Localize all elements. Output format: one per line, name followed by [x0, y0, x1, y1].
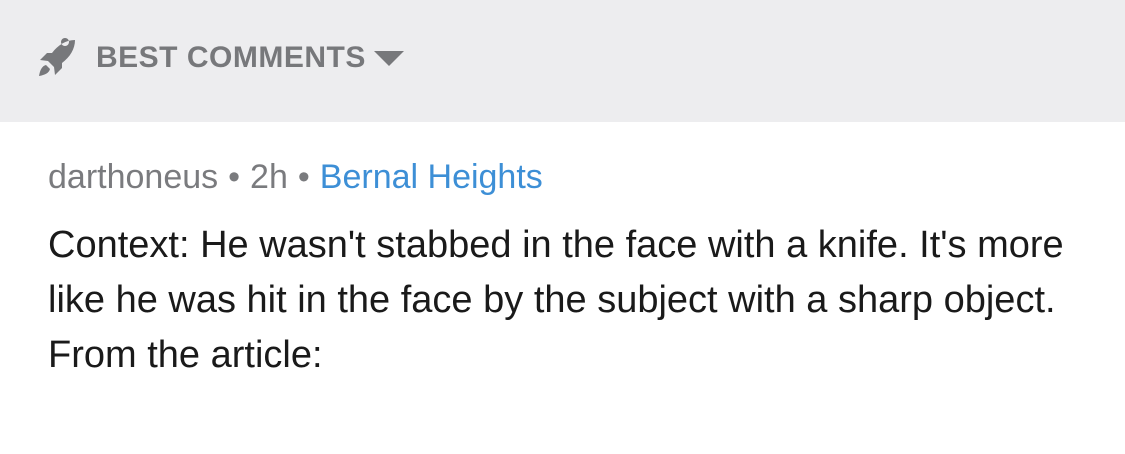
- comment-meta: darthoneus • 2h • Bernal Heights: [48, 152, 1088, 202]
- sort-dropdown-button[interactable]: BEST COMMENTS: [36, 38, 406, 78]
- comment-author[interactable]: darthoneus: [48, 158, 218, 196]
- meta-separator: •: [297, 158, 310, 196]
- comment-body: Context: He wasn't stabbed in the face w…: [48, 224, 1064, 376]
- comment-location-link[interactable]: Bernal Heights: [320, 158, 543, 196]
- caret-down-icon: [372, 48, 406, 68]
- comment-age: 2h: [250, 158, 288, 196]
- rocket-icon: [36, 37, 78, 79]
- meta-separator: •: [228, 158, 241, 196]
- sort-label: BEST COMMENTS: [96, 41, 366, 74]
- comments-sort-bar: BEST COMMENTS: [0, 0, 1125, 122]
- comment: darthoneus • 2h • Bernal Heights Context: He…: [48, 152, 1088, 383]
